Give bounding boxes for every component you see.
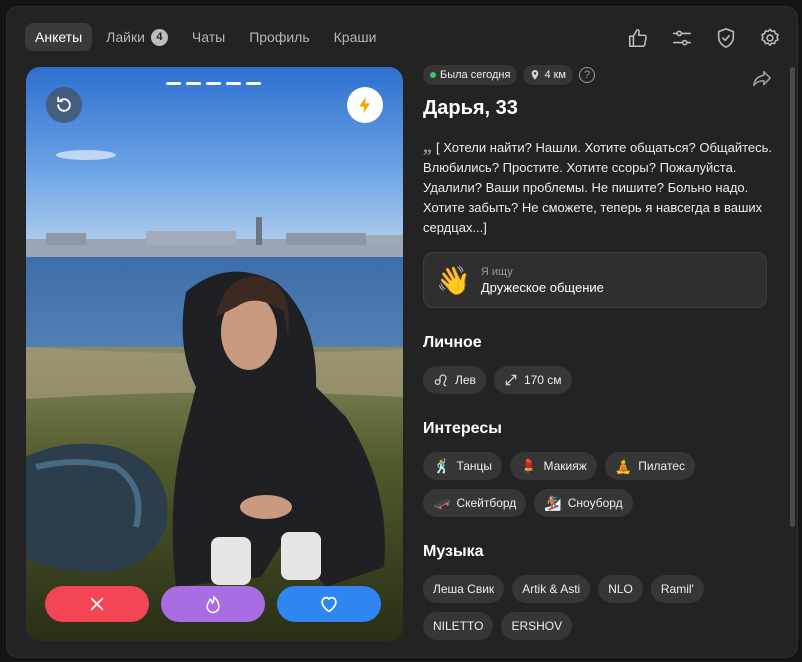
pill-label: Лев (455, 373, 476, 387)
tab-label: Чаты (191, 29, 226, 45)
yoga-icon: 🧘 (614, 457, 633, 474)
profile-bio: „[ Хотели найти? Нашли. Хотите общаться?… (423, 136, 773, 238)
height-icon (505, 374, 517, 386)
undo-button[interactable] (46, 87, 82, 123)
thumbs-up-icon[interactable] (625, 25, 651, 51)
fire-icon (206, 596, 220, 614)
distance-text: 4 км (544, 69, 566, 81)
quote-icon: „ (423, 136, 432, 156)
status-text: Была сегодня (440, 69, 511, 81)
snowboard-icon: 🏂 (544, 494, 562, 511)
seeking-label: Я ищу (480, 265, 513, 278)
music-pill: Ramil' (650, 575, 704, 603)
swipe-actions (45, 586, 381, 622)
personal-list: Лев 170 см (423, 366, 773, 394)
tab-label: Краши (333, 29, 377, 45)
interest-pill: 🏂 Сноуборд (534, 489, 633, 517)
interest-pill: 🧘 Пилатес (604, 452, 695, 480)
share-icon (753, 70, 772, 87)
like-button[interactable] (277, 586, 381, 622)
likes-count-badge: 4 (150, 28, 168, 46)
seeking-card: 👋 Я ищу Дружеское общение (423, 252, 767, 308)
close-icon (90, 597, 104, 611)
superlike-button[interactable] (161, 586, 265, 622)
gear-icon[interactable] (757, 25, 783, 51)
online-status-badge: Была сегодня (423, 65, 518, 85)
tab-label: Профиль (249, 29, 310, 45)
music-heading: Музыка (423, 543, 484, 560)
seeking-value: Дружеское общение (480, 279, 604, 295)
pill-label: Скейтборд (456, 496, 517, 510)
music-list: Леша Свик Artik & Asti NLO Ramil' NILETT… (423, 575, 773, 640)
tab-label: Лайки (106, 29, 145, 45)
dancing-icon: 🕺 (433, 457, 451, 474)
photo-pager-dot[interactable] (226, 82, 241, 85)
profile-meta: Была сегодня 4 км ? (423, 65, 773, 85)
profile-name: Дарья, 33 (423, 97, 518, 119)
shield-check-icon[interactable] (713, 25, 739, 51)
interest-pill: 💄 Макияж (510, 452, 597, 480)
music-pill: ERSHOV (501, 612, 573, 640)
tab-profile[interactable]: Профиль (239, 23, 319, 51)
heart-icon (321, 596, 337, 613)
leo-icon (434, 374, 447, 387)
skateboard-icon: 🛹 (433, 494, 451, 511)
zodiac-pill: Лев (423, 366, 486, 394)
waving-hand-icon: 👋 (436, 264, 471, 296)
profile-photo[interactable] (26, 67, 403, 641)
online-dot (430, 72, 436, 78)
lightning-icon (359, 96, 370, 114)
music-pill: NILETTO (423, 612, 494, 640)
tab-crushes[interactable]: Краши (324, 23, 387, 51)
scrollbar[interactable] (790, 67, 795, 527)
bio-text: [ Хотели найти? Нашли. Хотите общаться? … (423, 140, 773, 235)
profile-photo-image (26, 67, 403, 641)
tab-chats[interactable]: Чаты (182, 23, 235, 51)
top-navigation: Анкеты Лайки 4 Чаты Профиль Краши (25, 23, 386, 51)
pill-label: Танцы (456, 459, 493, 473)
interests-heading: Интересы (423, 420, 502, 437)
tab-label: Анкеты (35, 29, 83, 45)
tab-ankety[interactable]: Анкеты (25, 23, 93, 51)
music-pill: NLO (598, 575, 643, 603)
pill-label: Пилатес (638, 459, 685, 473)
help-icon[interactable]: ? (579, 67, 595, 83)
pill-label: Сноуборд (567, 496, 623, 510)
undo-icon (57, 96, 71, 112)
location-pin-icon (532, 70, 539, 80)
music-pill: Леша Свик (423, 575, 505, 603)
height-pill: 170 см (493, 366, 572, 394)
share-button[interactable] (751, 69, 773, 94)
pill-label: Макияж (543, 459, 587, 473)
dislike-button[interactable] (45, 586, 149, 622)
photo-pager-dot[interactable] (246, 82, 261, 85)
photo-pager (166, 82, 261, 85)
personal-heading: Личное (423, 334, 482, 351)
distance-badge: 4 км (523, 65, 573, 85)
top-actions (625, 25, 783, 51)
photo-pager-dot[interactable] (186, 82, 201, 85)
sliders-icon[interactable] (669, 25, 695, 51)
pill-label: 170 см (523, 373, 562, 387)
lipstick-icon: 💄 (520, 457, 538, 474)
boost-button[interactable] (347, 87, 383, 123)
interest-pill: 🕺 Танцы (423, 452, 503, 480)
tab-likes[interactable]: Лайки 4 (96, 23, 178, 51)
photo-pager-dot[interactable] (166, 82, 181, 85)
photo-pager-dot[interactable] (206, 82, 221, 85)
profile-info: Была сегодня 4 км ? Дарья, 33 „[ Хотели … (423, 65, 773, 640)
music-pill: Artik & Asti (512, 575, 591, 603)
interest-pill: 🛹 Скейтборд (423, 489, 527, 517)
app-window: Анкеты Лайки 4 Чаты Профиль Краши Была с… (6, 6, 798, 658)
interests-list: 🕺 Танцы 💄 Макияж 🧘 Пилатес 🛹 Скейтборд 🏂 Сноу… (423, 452, 773, 517)
